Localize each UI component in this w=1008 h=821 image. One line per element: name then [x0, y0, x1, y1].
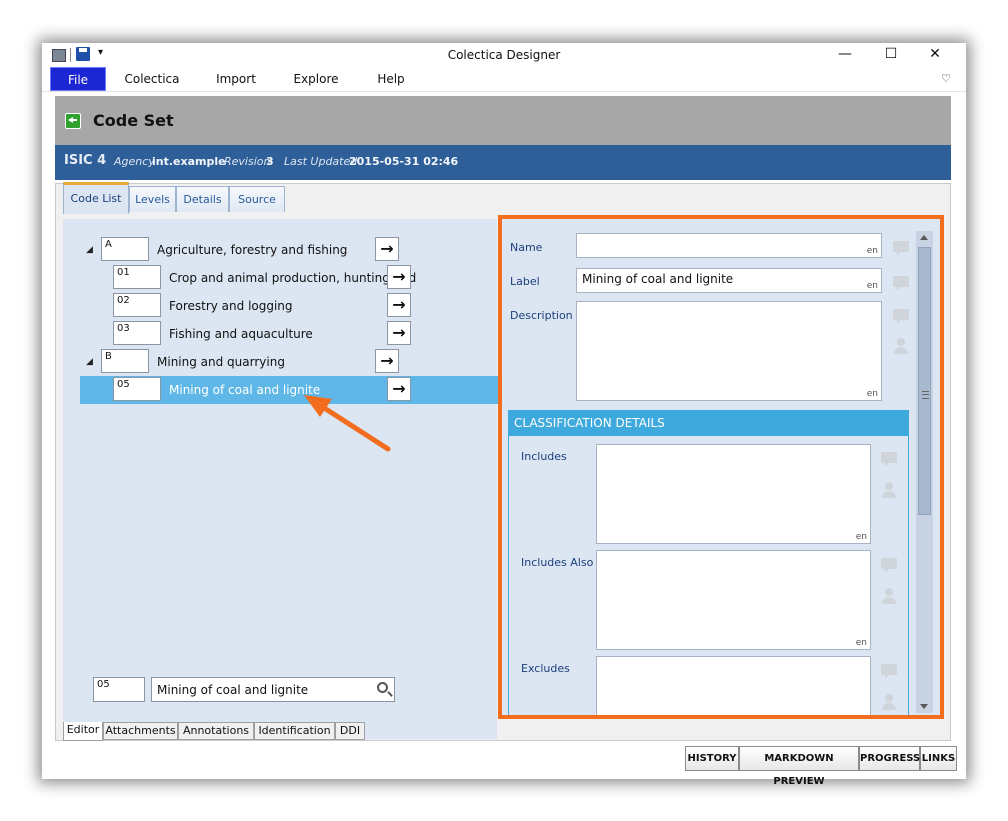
annotation-arrow-icon — [304, 395, 391, 452]
